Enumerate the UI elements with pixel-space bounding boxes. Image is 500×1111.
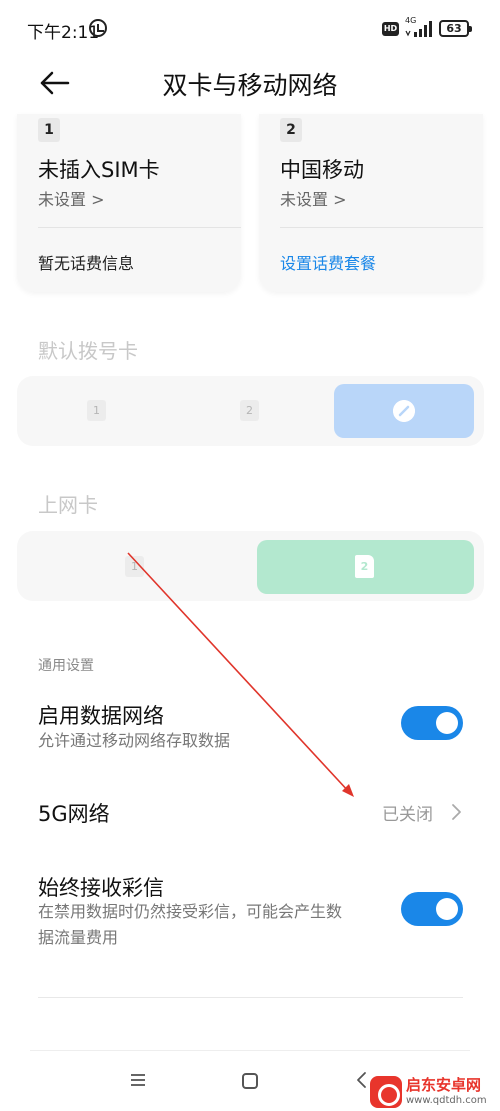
watermark: 启东安卓网 www.qdtdh.com <box>370 1074 498 1110</box>
menu-icon[interactable] <box>130 1073 146 1087</box>
data-card-selector: 1 2 <box>17 531 484 601</box>
watermark-url: www.qdtdh.com <box>406 1095 487 1106</box>
set-data-plan-link[interactable]: 设置话费套餐 <box>280 250 376 274</box>
sim-card-icon: 2 <box>355 555 374 578</box>
home-icon[interactable] <box>242 1073 258 1089</box>
divider <box>280 227 483 228</box>
divider <box>38 227 241 228</box>
nav-back-icon[interactable] <box>356 1071 368 1089</box>
divider <box>38 997 463 998</box>
enable-data-toggle[interactable] <box>401 706 463 740</box>
mms-toggle[interactable] <box>401 892 463 926</box>
chevron-right-icon <box>452 804 461 820</box>
sim-slot-number: 2 <box>280 118 302 142</box>
data-option-sim-2-selected[interactable]: 2 <box>257 540 474 594</box>
default-dial-card-label: 默认拨号卡 <box>38 339 138 363</box>
nav-divider <box>30 1050 470 1051</box>
sim-card-1[interactable]: 1 未插入SIM卡 未设置 > 暂无话费信息 <box>17 114 241 292</box>
5g-network-value: 已关闭 <box>382 805 433 825</box>
watermark-name: 启东安卓网 <box>406 1076 482 1094</box>
mms-desc-line-1: 在禁用数据时仍然接受彩信，可能会产生数 <box>38 902 343 921</box>
dial-option-ask-selected[interactable] <box>334 384 474 438</box>
mms-desc-line-2: 据流量费用 <box>38 928 119 947</box>
sim-name: 中国移动 <box>280 158 364 182</box>
sim-slot-number: 1 <box>38 118 60 142</box>
default-dial-selector: 1 2 <box>17 376 484 446</box>
dial-option-sim-2[interactable]: 2 <box>240 400 259 421</box>
5g-network-title: 5G网络 <box>38 802 110 826</box>
sim-status: 未设置 > <box>280 190 347 209</box>
sim-card-2[interactable]: 2 中国移动 未设置 > 设置话费套餐 <box>259 114 483 292</box>
battery-icon: 63 <box>439 20 472 37</box>
mms-title: 始终接收彩信 <box>38 876 164 900</box>
status-bar: 下午2:11 HD 4G 63 <box>0 0 500 58</box>
enable-data-desc: 允许通过移动网络存取数据 <box>38 731 231 750</box>
alarm-clock-icon <box>89 19 107 37</box>
sim-billing-info: 暂无话费信息 <box>38 254 135 273</box>
enable-data-title: 启用数据网络 <box>38 704 164 728</box>
data-card-label: 上网卡 <box>38 493 98 517</box>
dial-option-sim-1[interactable]: 1 <box>87 400 106 421</box>
sim-name: 未插入SIM卡 <box>38 158 160 182</box>
hd-badge: HD <box>382 22 399 36</box>
general-settings-label: 通用设置 <box>38 658 94 674</box>
data-option-sim-1[interactable]: 1 <box>125 556 144 577</box>
header: 双卡与移动网络 <box>0 58 500 108</box>
signal-strength-icon <box>405 21 432 37</box>
watermark-logo-icon <box>370 1076 402 1108</box>
page-title: 双卡与移动网络 <box>162 71 338 100</box>
sim-status: 未设置 > <box>38 190 105 209</box>
pencil-icon <box>393 400 415 422</box>
